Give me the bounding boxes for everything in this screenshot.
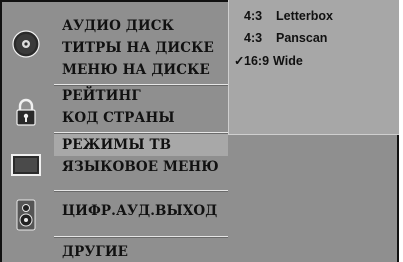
option-aspect: 16:9 bbox=[244, 54, 270, 68]
option-wide[interactable]: ✓16:9 Wide bbox=[234, 53, 303, 68]
menu-item-disc-menu[interactable]: МЕНЮ НА ДИСКЕ bbox=[62, 62, 210, 78]
display-group: РЕЖИМЫ ТВ ЯЗЫКОВОЕ МЕНЮ bbox=[6, 134, 228, 188]
setup-menu: АУДИО ДИСК ТИТРЫ НА ДИСКЕ МЕНЮ НА ДИСКЕ … bbox=[6, 9, 228, 262]
option-name: Letterbox bbox=[276, 9, 333, 23]
padlock-icon bbox=[9, 95, 43, 129]
parental-group: РЕЙТИНГ КОД СТРАНЫ bbox=[6, 86, 228, 132]
tv-screen-icon bbox=[9, 148, 43, 182]
dvd-setup-screen: АУДИО ДИСК ТИТРЫ НА ДИСКЕ МЕНЮ НА ДИСКЕ … bbox=[0, 0, 401, 262]
option-name: Panscan bbox=[276, 31, 328, 45]
other-group: ДРУГИЕ bbox=[6, 238, 228, 262]
option-panscan[interactable]: 4:3 Panscan bbox=[234, 31, 327, 45]
tv-mode-submenu: 4:3 Letterbox 4:3 Panscan ✓16:9 Wide bbox=[228, 0, 399, 135]
menu-item-audio-disc[interactable]: АУДИО ДИСК bbox=[62, 18, 174, 34]
option-aspect: 4:3 bbox=[244, 9, 263, 23]
menu-item-language-menu[interactable]: ЯЗЫКОВОЕ МЕНЮ bbox=[62, 159, 219, 175]
menu-item-country-code[interactable]: КОД СТРАНЫ bbox=[62, 110, 175, 126]
speaker-icon bbox=[9, 198, 43, 232]
menu-item-tv-modes[interactable]: РЕЖИМЫ ТВ bbox=[62, 137, 171, 153]
disc-icon bbox=[9, 27, 43, 61]
page-margin bbox=[399, 0, 403, 262]
menu-item-rating[interactable]: РЕЙТИНГ bbox=[62, 88, 141, 104]
menu-item-other[interactable]: ДРУГИЕ bbox=[62, 244, 128, 260]
option-letterbox[interactable]: 4:3 Letterbox bbox=[234, 9, 333, 23]
disc-language-group: АУДИО ДИСК ТИТРЫ НА ДИСКЕ МЕНЮ НА ДИСКЕ bbox=[6, 9, 228, 79]
menu-item-disc-subtitles[interactable]: ТИТРЫ НА ДИСКЕ bbox=[62, 40, 214, 56]
option-name: Wide bbox=[273, 54, 303, 68]
menu-item-digital-audio-out[interactable]: ЦИФР.АУД.ВЫХОД bbox=[62, 203, 217, 219]
audio-output-group: ЦИФР.АУД.ВЫХОД bbox=[6, 192, 228, 238]
option-aspect: 4:3 bbox=[244, 31, 263, 45]
check-mark-icon: ✓ bbox=[234, 54, 245, 68]
